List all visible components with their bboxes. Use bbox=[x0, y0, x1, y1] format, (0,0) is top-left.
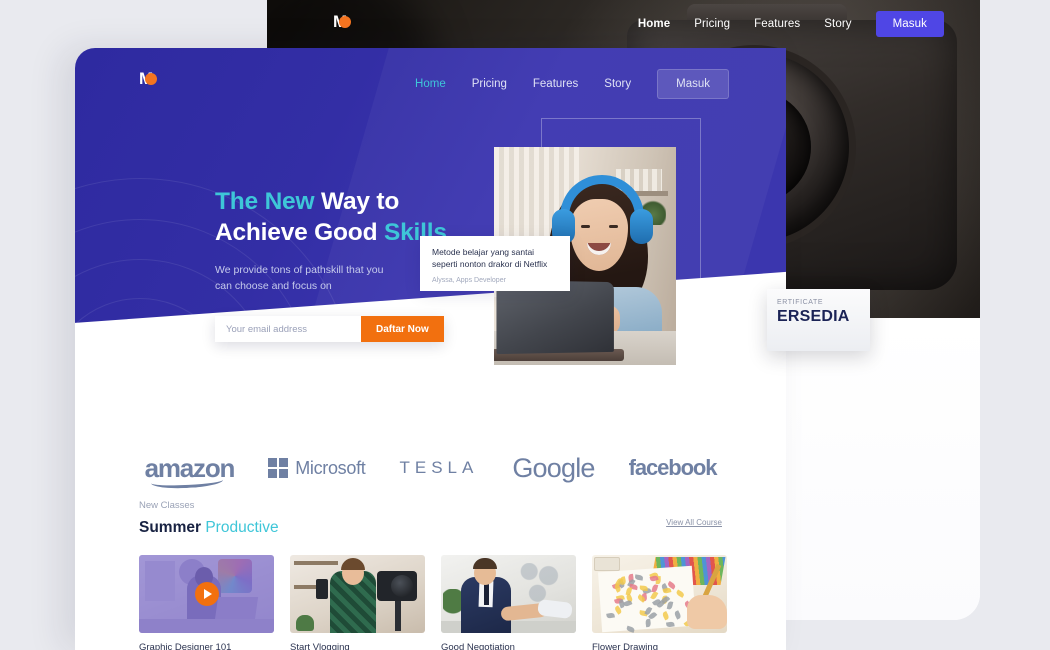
course-thumbnail-start-vlogging[interactable] bbox=[290, 555, 425, 633]
course-title: Flower Drawing bbox=[592, 642, 727, 650]
classes-title-accent: Productive bbox=[205, 519, 278, 536]
brand-tesla: TESLA bbox=[400, 458, 479, 478]
email-input[interactable] bbox=[215, 316, 361, 342]
testimonial-author: Alyssa, Apps Developer bbox=[432, 277, 570, 284]
foreground-nav-links: Home Pricing Features Story Masuk bbox=[415, 69, 729, 99]
nav-item-story[interactable]: Story bbox=[604, 78, 631, 90]
hero-copy: The New Way to Achieve Good Skills We pr… bbox=[215, 186, 447, 294]
facebook-logo: facebook bbox=[629, 455, 717, 481]
classes-header: New Classes Summer Productive View All C… bbox=[139, 500, 722, 537]
foreground-mockup: Metode belajar yang santai seperti nonto… bbox=[75, 48, 786, 650]
course-card[interactable]: Start Vlogging bbox=[290, 555, 425, 650]
new-classes-section: New Classes Summer Productive View All C… bbox=[75, 500, 786, 650]
play-icon[interactable] bbox=[195, 582, 219, 606]
certificate-kicker: ERTIFICATE bbox=[777, 299, 870, 306]
screenshot-stage: M Home Pricing Features Story Masuk ERTI… bbox=[0, 0, 1050, 650]
course-title: Graphic Designer 101 bbox=[139, 642, 274, 650]
bg-nav-item-story[interactable]: Story bbox=[824, 18, 851, 30]
microsoft-logo-icon bbox=[268, 458, 288, 478]
logo-dot-icon bbox=[145, 73, 157, 85]
testimonial-quote-line1: Metode belajar yang santai bbox=[432, 246, 570, 258]
logo-dot-icon bbox=[339, 16, 351, 28]
hero-subtitle: We provide tons of pathskill that you ca… bbox=[215, 262, 447, 294]
tesla-logo: TESLA bbox=[400, 458, 479, 478]
nav-item-pricing[interactable]: Pricing bbox=[472, 78, 507, 90]
foreground-logo[interactable]: M bbox=[139, 70, 153, 89]
hero-heading-rest-2: Achieve Good bbox=[215, 219, 384, 246]
brand-amazon: amazon bbox=[145, 453, 235, 484]
course-thumbnail-graphic-designer[interactable] bbox=[139, 555, 274, 633]
view-all-course-link[interactable]: View All Course bbox=[666, 518, 722, 527]
brand-microsoft: Microsoft bbox=[268, 458, 365, 479]
course-cards-list: Graphic Designer 101 Start Vlogging Good… bbox=[139, 555, 722, 650]
hero-heading: The New Way to Achieve Good Skills bbox=[215, 186, 447, 248]
hero-subtitle-line1: We provide tons of pathskill that you bbox=[215, 262, 447, 278]
hero-subtitle-line2: can choose and focus on bbox=[215, 278, 447, 294]
masuk-button[interactable]: Masuk bbox=[657, 69, 729, 99]
bg-nav-item-home[interactable]: Home bbox=[638, 18, 670, 30]
foreground-navbar: M Home Pricing Features Story Masuk bbox=[75, 48, 786, 110]
classes-title: Summer Productive bbox=[139, 519, 722, 537]
background-nav-links: Home Pricing Features Story Masuk bbox=[638, 11, 944, 37]
certificate-title: ERSEDIA bbox=[777, 308, 870, 326]
hero-heading-accent-1: The New bbox=[215, 188, 314, 215]
bg-masuk-button[interactable]: Masuk bbox=[876, 11, 944, 37]
background-logo[interactable]: M bbox=[333, 13, 347, 32]
classes-title-strong: Summer bbox=[139, 519, 205, 536]
signup-form: Daftar Now bbox=[215, 316, 444, 342]
course-card[interactable]: Good Negotiation bbox=[441, 555, 576, 650]
background-navbar: M Home Pricing Features Story Masuk bbox=[267, 0, 980, 48]
course-title: Good Negotiation bbox=[441, 642, 576, 650]
brand-facebook: facebook bbox=[629, 455, 717, 481]
hero-heading-rest-1: Way to bbox=[314, 188, 399, 215]
daftar-now-button[interactable]: Daftar Now bbox=[361, 316, 444, 342]
classes-eyebrow: New Classes bbox=[139, 500, 722, 511]
nav-item-home[interactable]: Home bbox=[415, 78, 446, 90]
bg-nav-item-pricing[interactable]: Pricing bbox=[694, 18, 730, 30]
background-certificate-card: ERTIFICATE ERSEDIA bbox=[767, 289, 870, 351]
microsoft-logo: Microsoft bbox=[295, 458, 365, 479]
brand-google: Google bbox=[512, 453, 594, 484]
google-logo: Google bbox=[512, 453, 594, 484]
nav-item-features[interactable]: Features bbox=[533, 78, 578, 90]
testimonial-quote-line2: seperti nonton drakor di Netflix bbox=[432, 258, 570, 270]
course-thumbnail-flower-drawing[interactable] bbox=[592, 555, 727, 633]
course-card[interactable]: Flower Drawing bbox=[592, 555, 727, 650]
course-card[interactable]: Graphic Designer 101 bbox=[139, 555, 274, 650]
course-title: Start Vlogging bbox=[290, 642, 425, 650]
testimonial-card: Metode belajar yang santai seperti nonto… bbox=[420, 236, 570, 291]
course-thumbnail-good-negotiation[interactable] bbox=[441, 555, 576, 633]
bg-nav-item-features[interactable]: Features bbox=[754, 18, 800, 30]
